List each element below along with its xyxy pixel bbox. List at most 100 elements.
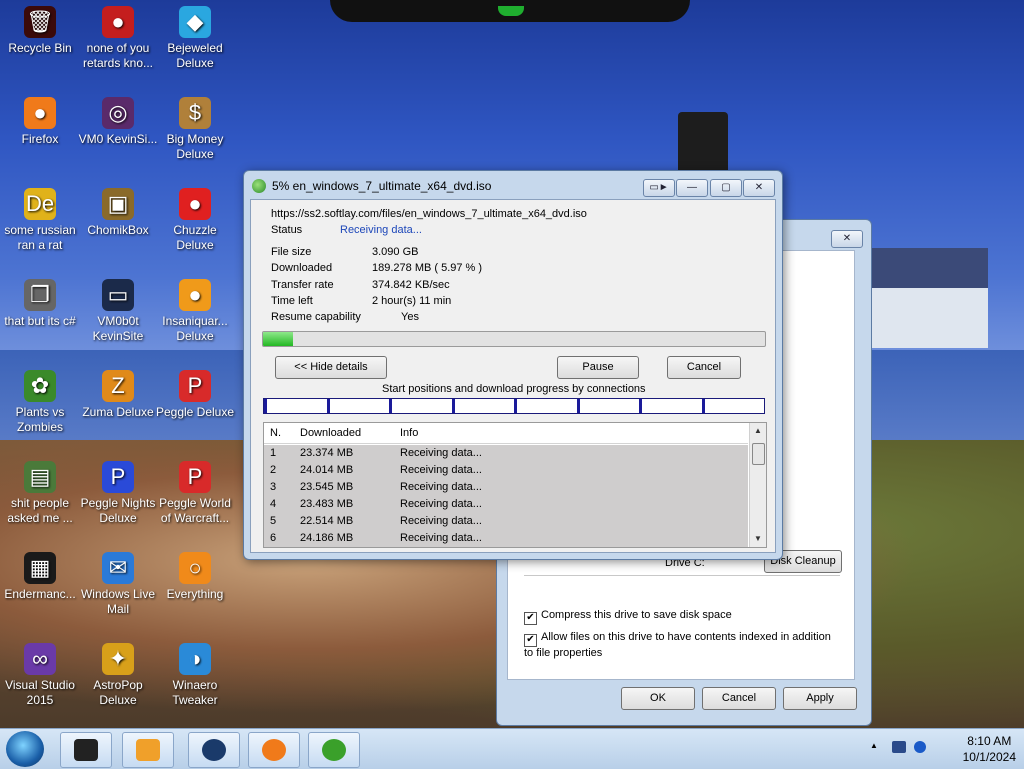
scroll-thumb[interactable] [752, 443, 765, 465]
desktop-icon[interactable]: ● Firefox [0, 97, 80, 147]
desktop-icon[interactable]: ▤ shit people asked me ... [0, 461, 80, 526]
desktop-icon-label: AstroPop Deluxe [93, 678, 143, 707]
peggle-wow-icon: P [179, 461, 211, 493]
window-title: 5% en_windows_7_ultimate_x64_dvd.iso [272, 179, 492, 193]
table-row[interactable]: 4 23.483 MB Receiving data... [264, 496, 748, 513]
chuzzle-icon: ● [179, 188, 211, 220]
connections-table[interactable]: N. Downloaded Info 1 23.374 MB Receiving d… [263, 422, 767, 548]
cell-n: 5 [270, 515, 277, 527]
clock-date: 10/1/2024 [962, 750, 1016, 764]
desktop-icon[interactable]: ✦ AstroPop Deluxe [78, 643, 158, 708]
pause-button[interactable]: Pause [557, 356, 639, 379]
ok-button[interactable]: OK [621, 687, 695, 710]
peggle-icon: P [179, 370, 211, 402]
desktop-icon[interactable]: De some russian ran a rat [0, 188, 80, 253]
desktop-icon[interactable]: ● Insaniquar... Deluxe [155, 279, 235, 344]
taskbar-item-recycle[interactable] [60, 732, 112, 768]
taskbar-item-idm[interactable] [308, 732, 360, 768]
table-row[interactable]: 2 24.014 MB Receiving data... [264, 462, 748, 479]
cell-info: Receiving data... [400, 464, 482, 476]
drive-properties-close-button[interactable]: ✕ [831, 230, 863, 248]
desktop-icon-label: Big Money Deluxe [166, 132, 224, 161]
table-row[interactable]: 1 23.374 MB Receiving data... [264, 445, 748, 462]
column-header-n[interactable]: N. [270, 427, 281, 439]
cell-info: Receiving data... [400, 532, 482, 544]
console-icon: ▦ [24, 552, 56, 584]
desktop-icon[interactable]: $ Big Money Deluxe [155, 97, 235, 162]
desktop-icon[interactable]: ● Chuzzle Deluxe [155, 188, 235, 253]
cell-downloaded: 24.186 MB [300, 532, 354, 544]
desktop-icon-label: Peggle Nights Deluxe [80, 496, 156, 525]
maximize-button[interactable]: ▢ [710, 179, 742, 197]
taskbar-item-firefox[interactable] [248, 732, 300, 768]
cell-n: 4 [270, 498, 277, 510]
table-row[interactable]: 6 24.186 MB Receiving data... [264, 530, 748, 547]
clock-time: 8:10 AM [967, 734, 1012, 748]
scroll-down-icon[interactable]: ▼ [750, 531, 766, 547]
table-scrollbar[interactable]: ▲ ▼ [749, 423, 766, 547]
cell-info: Receiving data... [400, 498, 482, 510]
field-value: Yes [401, 311, 419, 324]
recycle-bin-icon: 🗑 [24, 6, 56, 38]
windows-copy-icon: ❐ [24, 279, 56, 311]
clock[interactable]: 8:10 AM 10/1/2024 [963, 733, 1016, 765]
field-value: 189.278 MB ( 5.97 % ) [372, 262, 483, 275]
start-button[interactable] [6, 731, 44, 767]
connection-segment [576, 399, 580, 413]
cancel-button[interactable]: Cancel [702, 687, 776, 710]
desktop-icon[interactable]: P Peggle Nights Deluxe [78, 461, 158, 526]
column-header-downloaded[interactable]: Downloaded [300, 427, 361, 439]
desktop-icon[interactable]: ○ Everything [155, 552, 235, 602]
title-bar[interactable]: 5% en_windows_7_ultimate_x64_dvd.iso ▭► … [244, 171, 782, 199]
volume-icon[interactable] [914, 741, 926, 753]
download-progress-window[interactable]: 5% en_windows_7_ultimate_x64_dvd.iso ▭► … [243, 170, 783, 560]
network-icon[interactable] [892, 741, 906, 753]
desktop-icon[interactable]: ● none of you retards kno... [78, 6, 158, 71]
table-row[interactable]: 5 22.514 MB Receiving data... [264, 513, 748, 530]
tray-arrow-icon[interactable]: ▲ [870, 741, 878, 750]
scroll-up-icon[interactable]: ▲ [750, 423, 766, 439]
table-header: N. Downloaded Info [264, 423, 748, 444]
cancel-download-button[interactable]: Cancel [667, 356, 741, 379]
desktop-icon[interactable]: P Peggle World of Warcraft... [155, 461, 235, 526]
gadget-indicator [498, 6, 524, 16]
field-label: Transfer rate [271, 278, 334, 291]
desktop-icon[interactable]: ◎ VM0 KevinSi... [78, 97, 158, 147]
taskbar-item-globe[interactable] [188, 732, 240, 768]
status-label: Status [271, 224, 303, 236]
cell-downloaded: 23.374 MB [300, 447, 354, 459]
idm-icon [322, 739, 346, 761]
desktop-icon[interactable]: P Peggle Deluxe [155, 370, 235, 420]
cell-downloaded: 23.545 MB [300, 481, 354, 493]
index-checkbox[interactable]: ✔ Allow files on this drive to have conte… [524, 631, 840, 660]
visual-studio-icon: ∞ [24, 643, 56, 675]
astropop-icon: ✦ [102, 643, 134, 675]
desktop-icon[interactable]: ✿ Plants vs Zombies [0, 370, 80, 435]
hide-details-button[interactable]: << Hide details [275, 356, 387, 379]
minimize-button[interactable]: — [676, 179, 708, 197]
compress-checkbox[interactable]: ✔ Compress this drive to save disk space [524, 609, 732, 625]
close-button[interactable]: ✕ [743, 179, 775, 197]
desktop-icon[interactable]: ▭ VM0b0t KevinSite [78, 279, 158, 344]
cell-info: Receiving data... [400, 447, 482, 459]
desktop-icon-label: Windows Live Mail [80, 587, 156, 616]
desktop-icon[interactable]: ✉ Windows Live Mail [78, 552, 158, 617]
desktop-icon[interactable]: ◆ Bejeweled Deluxe [155, 6, 235, 71]
desktop-icon[interactable]: ◑ Winaero Tweaker [155, 643, 235, 708]
desktop-icon[interactable]: 🗑 Recycle Bin [0, 6, 80, 56]
desktop-icon[interactable]: ❐ that but its c# [0, 279, 80, 329]
extra-button[interactable]: ▭► [643, 179, 675, 197]
column-header-info[interactable]: Info [400, 427, 418, 439]
desktop-icon[interactable]: ∞ Visual Studio 2015 [0, 643, 80, 708]
cell-downloaded: 23.483 MB [300, 498, 354, 510]
desktop-icon[interactable]: ▣ ChomikBox [78, 188, 158, 238]
table-row[interactable]: 3 23.545 MB Receiving data... [264, 479, 748, 496]
desktop-icon-label: Peggle World of Warcraft... [159, 496, 231, 525]
desktop-icon[interactable]: Z Zuma Deluxe [78, 370, 158, 420]
cell-n: 2 [270, 464, 277, 476]
desktop-icon[interactable]: ▦ Endermanc... [0, 552, 80, 602]
apply-button[interactable]: Apply [783, 687, 857, 710]
money-bag-icon: $ [179, 97, 211, 129]
taskbar-item-media[interactable] [122, 732, 174, 768]
connection-segment [514, 399, 517, 413]
